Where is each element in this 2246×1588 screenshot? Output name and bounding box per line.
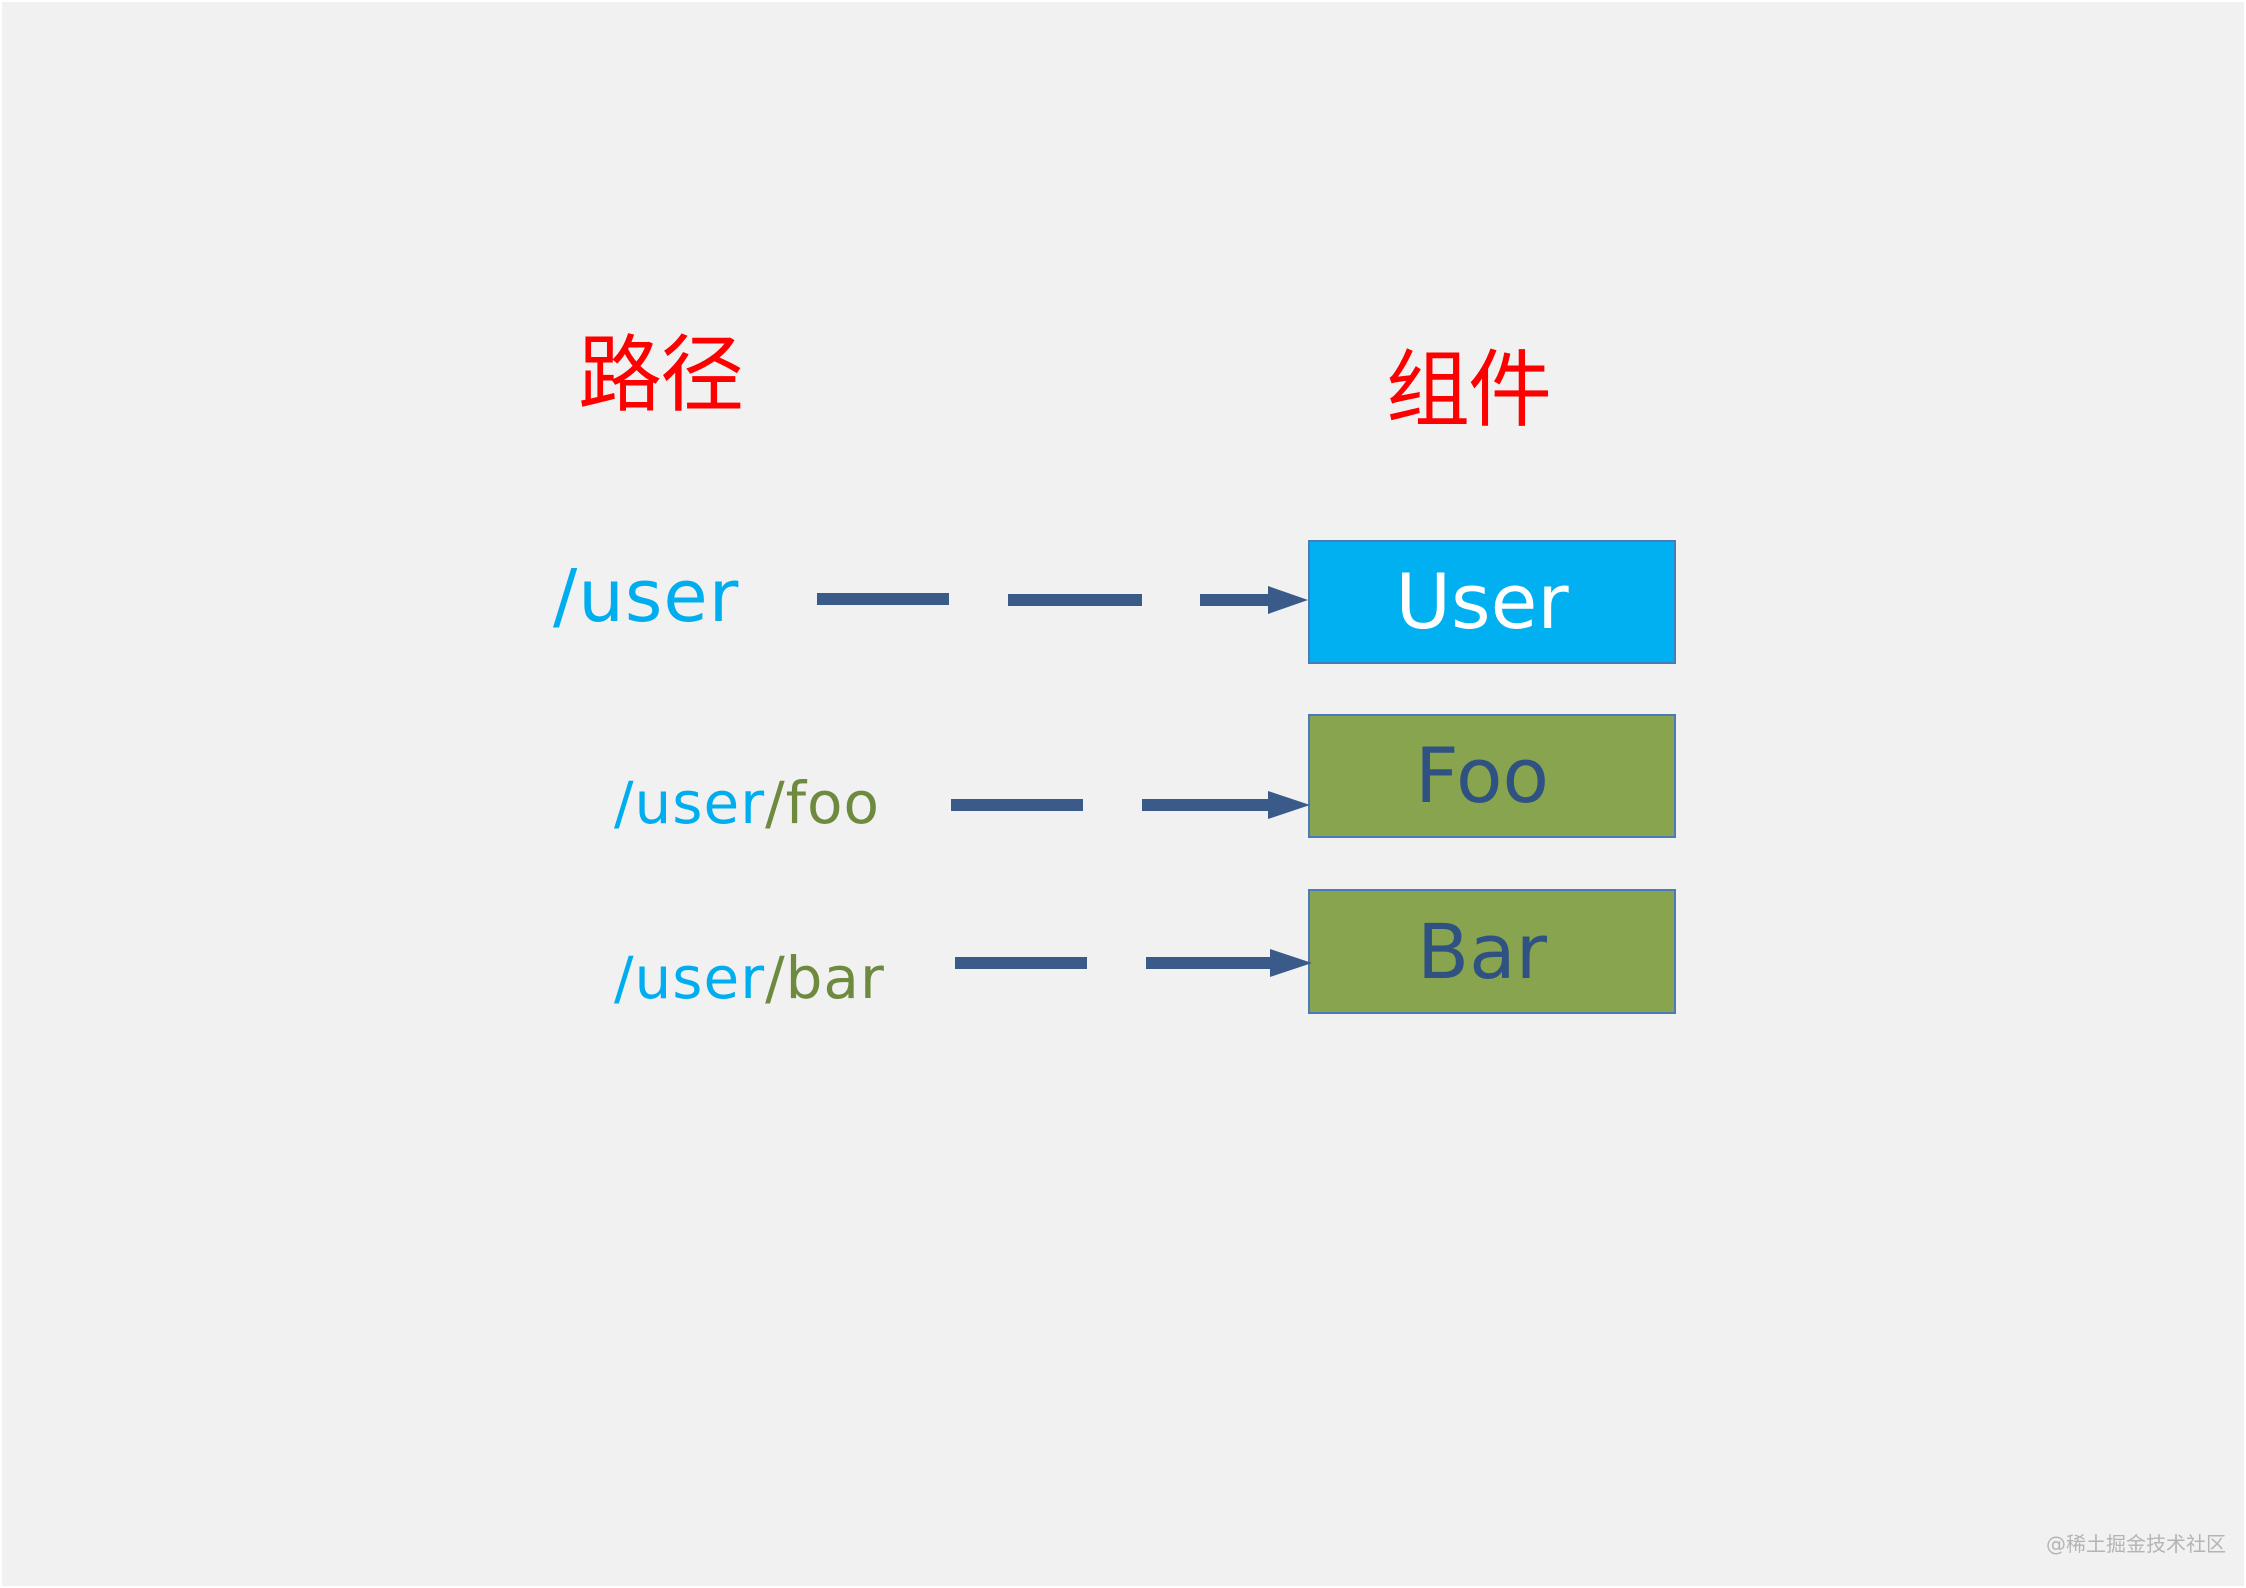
arrowhead-icon <box>1268 586 1308 614</box>
connector-dash <box>955 957 1087 969</box>
connector-dash <box>1146 957 1274 969</box>
watermark: @稀土掘金技术社区 <box>2046 1532 2226 1556</box>
arrowhead-icon <box>1268 791 1310 819</box>
connector-layer <box>817 586 1312 977</box>
connector-dash <box>1008 594 1142 606</box>
arrowhead-icon <box>1270 949 1312 977</box>
connector-dash <box>951 799 1083 811</box>
connector-dash <box>1142 799 1272 811</box>
connector-dash <box>817 593 949 605</box>
connector-dash <box>1200 594 1272 606</box>
